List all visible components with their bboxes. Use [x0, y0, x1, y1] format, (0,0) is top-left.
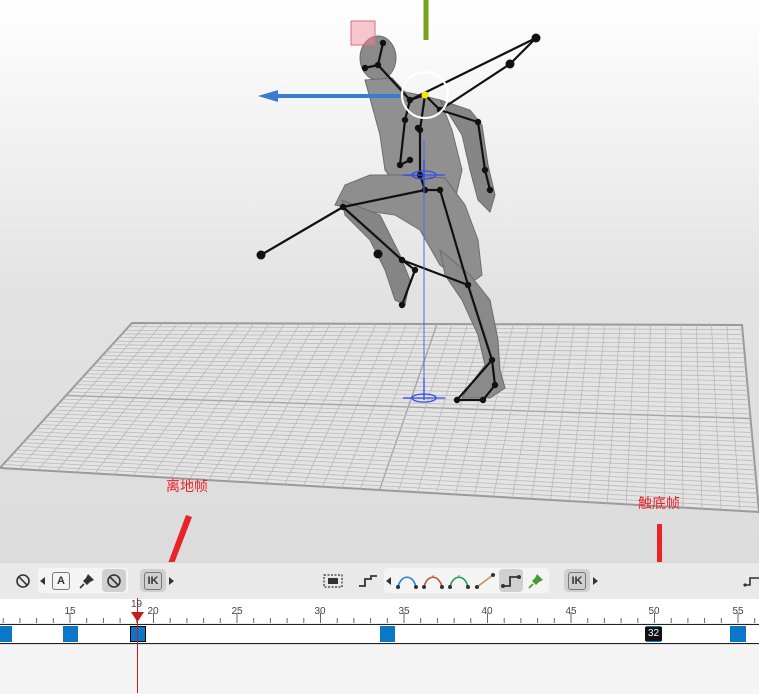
- keyframe-selected[interactable]: [130, 626, 146, 642]
- scene: [0, 0, 759, 562]
- frame-selection-icon[interactable]: [320, 569, 346, 592]
- step-icon[interactable]: [499, 569, 523, 592]
- caret-left-icon[interactable]: [39, 569, 47, 592]
- keyframe[interactable]: [380, 626, 395, 642]
- ruler-label: 55: [732, 606, 744, 617]
- keyframe[interactable]: [63, 626, 78, 642]
- curve-editor-icon[interactable]: [742, 569, 759, 592]
- floor-grid: [0, 321, 759, 514]
- 3d-viewport[interactable]: 离地帧 触底帧: [0, 0, 759, 562]
- keyframe[interactable]: [0, 626, 12, 642]
- landing-frame-label: 触底帧: [638, 496, 680, 512]
- caret-left-icon[interactable]: [385, 569, 393, 592]
- spline-c-icon[interactable]: c: [447, 569, 471, 592]
- selected-joint[interactable]: [421, 91, 429, 99]
- keyframe-track[interactable]: 32: [0, 624, 759, 644]
- ruler-label: 45: [565, 606, 577, 617]
- ik-icon: IK: [568, 571, 586, 590]
- ruler-label: 20: [147, 606, 159, 617]
- takeoff-arrow: [168, 515, 192, 562]
- caret-right-icon[interactable]: [592, 569, 600, 592]
- ik-icon: IK: [144, 571, 162, 590]
- ruler-label: 50: [648, 606, 660, 617]
- pin-icon: [79, 573, 94, 589]
- caret-right-icon[interactable]: [168, 569, 176, 592]
- ik-button-2[interactable]: IK: [564, 569, 590, 592]
- pin-key-button[interactable]: [76, 569, 98, 592]
- pin-icon[interactable]: [525, 569, 547, 592]
- ruler-label: 15: [64, 606, 76, 617]
- keyframe[interactable]: [730, 626, 746, 642]
- spline-v-icon[interactable]: v: [421, 569, 445, 592]
- head-effector-box[interactable]: [350, 20, 376, 46]
- auto-key-icon: A: [52, 571, 70, 590]
- takeoff-frame-label: 离地帧: [166, 479, 208, 495]
- current-frame-label: 19: [131, 599, 143, 610]
- ruler-label: 40: [481, 606, 493, 617]
- ruler-ticks: [2, 613, 756, 623]
- step-interpolation-icon[interactable]: [356, 569, 380, 592]
- timeline-empty-area: [0, 644, 759, 694]
- playhead-handle[interactable]: [131, 612, 144, 622]
- ruler-label: 35: [398, 606, 410, 617]
- animation-toolbar: A IK v c IK: [0, 562, 759, 600]
- spline-icon[interactable]: [395, 569, 419, 592]
- ruler-label: 25: [231, 606, 243, 617]
- no-key-toggle[interactable]: [102, 569, 126, 592]
- no-key-icon: [107, 573, 121, 588]
- linear-icon[interactable]: [473, 569, 497, 592]
- auto-key-button[interactable]: A: [50, 569, 72, 592]
- no-key-icon[interactable]: [13, 569, 33, 592]
- timeline-ruler[interactable]: 15 20 25 30 35 40 45 50 55: [0, 599, 759, 623]
- ruler-label: 30: [314, 606, 326, 617]
- ik-button[interactable]: IK: [140, 569, 166, 592]
- landing-arrow: [657, 524, 662, 562]
- selected-frame-badge: 32: [645, 627, 663, 641]
